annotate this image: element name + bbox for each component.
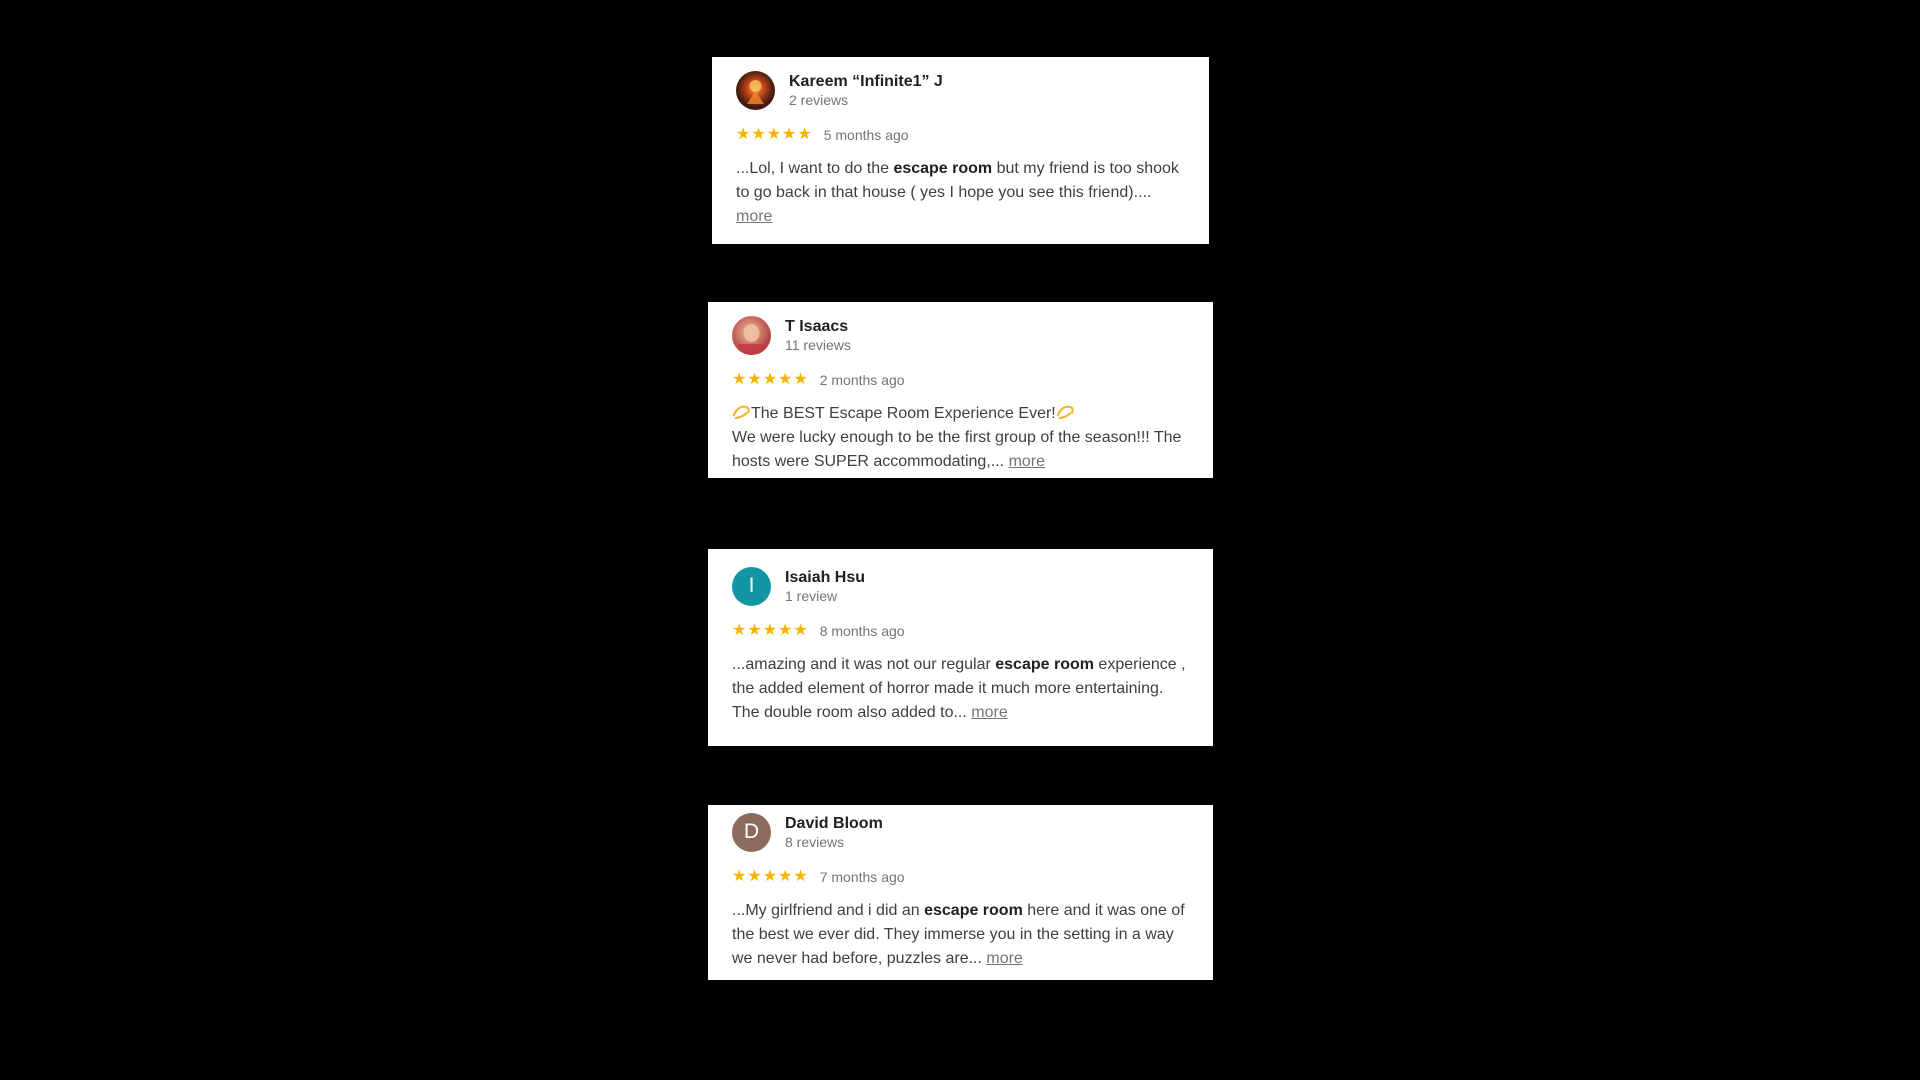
reviewer-review-count[interactable]: 2 reviews — [789, 92, 943, 109]
highlight-term: escape room — [924, 902, 1023, 919]
review-card: Kareem “Infinite1” J 2 reviews ★ ★ ★ ★ ★ 5 m… — [712, 57, 1209, 244]
rating-row: ★ ★ ★ ★ ★ 5 months ago — [736, 125, 1185, 145]
dizzy-emoji-icon — [1056, 405, 1074, 420]
star-icon: ★ — [782, 126, 797, 143]
rating-row: ★ ★ ★ ★ ★ 7 months ago — [732, 867, 1189, 887]
star-icon: ★ — [766, 126, 782, 143]
star-icon: ★ — [778, 371, 793, 388]
avatar[interactable] — [736, 70, 775, 110]
reviewer-name[interactable]: David Bloom — [785, 814, 883, 833]
star-icon: ★ — [797, 126, 812, 143]
star-rating: ★ ★ ★ ★ ★ — [736, 127, 813, 143]
review-date: 7 months ago — [819, 869, 905, 885]
avatar-letter: D — [743, 820, 760, 843]
review-card: D David Bloom 8 reviews ★ ★ ★ ★ ★ 7 months a… — [708, 805, 1213, 980]
rating-row: ★ ★ ★ ★ ★ 2 months ago — [732, 370, 1189, 390]
reviewer-review-count[interactable]: 1 review — [785, 588, 865, 605]
star-icon: ★ — [778, 868, 793, 885]
reviewer-header: Kareem “Infinite1” J 2 reviews — [736, 69, 1185, 111]
reviewer-review-count[interactable]: 8 reviews — [785, 834, 883, 851]
reviewer-name[interactable]: T Isaacs — [785, 317, 851, 336]
review-text: ...amazing and it was not our regular es… — [732, 656, 1186, 721]
avatar[interactable]: D — [732, 812, 771, 852]
more-link[interactable]: more — [736, 208, 772, 225]
review-date: 5 months ago — [823, 127, 909, 143]
avatar[interactable]: I — [732, 566, 771, 606]
star-rating: ★ ★ ★ ★ ★ — [732, 623, 809, 639]
reviewer-header: I Isaiah Hsu 1 review — [732, 565, 1189, 607]
review-card: I Isaiah Hsu 1 review ★ ★ ★ ★ ★ 8 months ago… — [708, 549, 1213, 746]
rating-row: ★ ★ ★ ★ ★ 8 months ago — [732, 621, 1189, 641]
star-icon: ★ — [751, 126, 766, 143]
star-icon: ★ — [732, 622, 747, 639]
star-icon: ★ — [732, 868, 747, 885]
star-icon: ★ — [793, 371, 808, 388]
reviewer-header: T Isaacs 11 reviews — [732, 314, 1189, 356]
highlight-term: escape room — [893, 160, 993, 177]
review-date: 2 months ago — [819, 372, 905, 388]
review-headline: The BEST Escape Room Experience Ever! — [732, 402, 1189, 426]
more-link[interactable]: more — [971, 704, 1007, 721]
profile-photo-icon — [738, 323, 765, 355]
profile-photo-icon — [747, 79, 764, 104]
review-collage: Kareem “Infinite1” J 2 reviews ★ ★ ★ ★ ★ 5 m… — [0, 0, 1920, 1080]
review-card: T Isaacs 11 reviews ★ ★ ★ ★ ★ 2 months ago T… — [708, 302, 1213, 478]
star-icon: ★ — [762, 371, 778, 388]
star-icon: ★ — [747, 868, 762, 885]
star-icon: ★ — [762, 622, 778, 639]
avatar-letter: I — [748, 574, 755, 597]
star-icon: ★ — [762, 868, 778, 885]
star-icon: ★ — [778, 622, 793, 639]
star-icon: ★ — [793, 622, 808, 639]
reviewer-name[interactable]: Kareem “Infinite1” J — [789, 72, 943, 91]
more-link[interactable]: more — [1009, 453, 1045, 470]
dizzy-emoji-icon — [732, 405, 750, 420]
reviewer-name[interactable]: Isaiah Hsu — [785, 568, 865, 587]
star-rating: ★ ★ ★ ★ ★ — [732, 372, 809, 388]
star-icon: ★ — [747, 622, 762, 639]
more-link[interactable]: more — [986, 950, 1022, 967]
reviewer-header: D David Bloom 8 reviews — [732, 811, 1189, 853]
star-icon: ★ — [732, 371, 747, 388]
star-icon: ★ — [793, 868, 808, 885]
reviewer-review-count[interactable]: 11 reviews — [785, 337, 851, 354]
review-date: 8 months ago — [819, 623, 905, 639]
highlight-term: escape room — [995, 656, 1094, 673]
review-text: ...My girlfriend and i did an escape roo… — [732, 902, 1185, 967]
review-text: ...Lol, I want to do the escape room but… — [736, 160, 1179, 225]
review-text: The BEST Escape Room Experience Ever! We… — [732, 402, 1189, 474]
star-icon: ★ — [747, 371, 762, 388]
star-icon: ★ — [736, 126, 751, 143]
star-rating: ★ ★ ★ ★ ★ — [732, 869, 809, 885]
avatar[interactable] — [732, 315, 771, 355]
